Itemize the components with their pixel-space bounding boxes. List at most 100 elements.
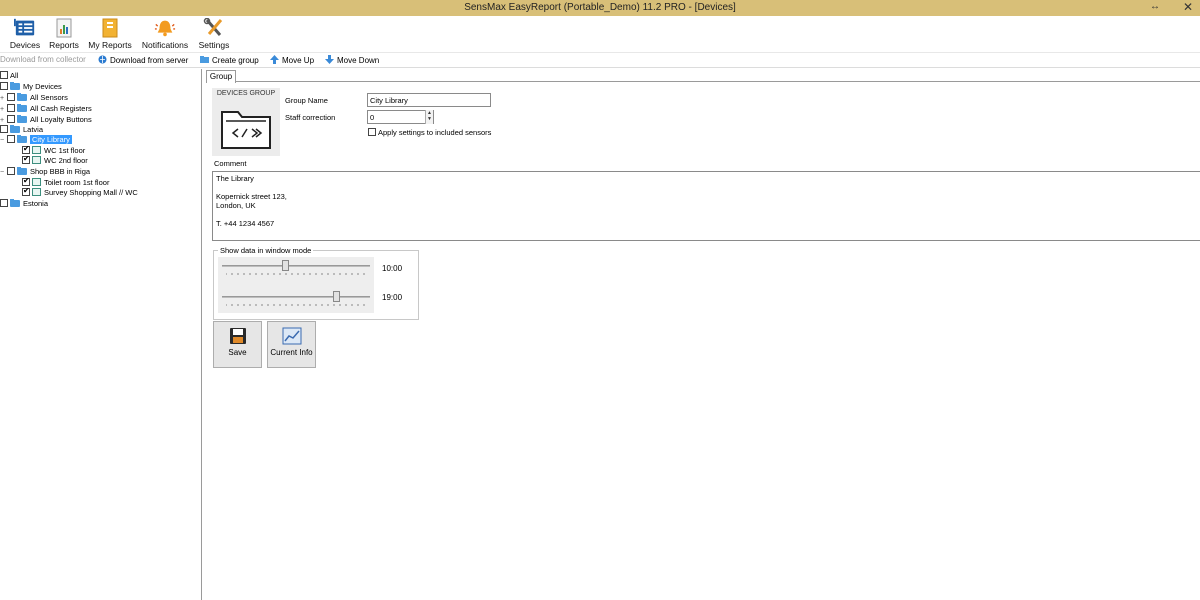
- group-name-input[interactable]: City Library: [367, 93, 491, 107]
- reports-button[interactable]: Reports: [48, 16, 80, 52]
- slider-ticks: [226, 304, 365, 306]
- my-reports-label: My Reports: [88, 40, 132, 50]
- checkbox[interactable]: [22, 144, 30, 154]
- staff-correction-stepper[interactable]: 0: [367, 110, 434, 124]
- tree-item-label: My Devices: [23, 82, 62, 91]
- checkbox[interactable]: [7, 135, 15, 143]
- current-info-button[interactable]: Current Info: [267, 321, 316, 368]
- tree-item-survey-mall[interactable]: Survey Shopping Mall // WC: [22, 186, 138, 198]
- slider-track-end: [222, 296, 370, 298]
- checkbox[interactable]: [22, 154, 30, 164]
- tree-item-all[interactable]: All: [0, 71, 18, 81]
- folder-code-icon: [221, 111, 271, 149]
- checkbox[interactable]: [7, 167, 15, 175]
- checkbox[interactable]: [0, 199, 8, 207]
- resize-icon[interactable]: ↔: [1150, 1, 1160, 12]
- expand-icon[interactable]: +: [0, 105, 7, 115]
- folder-icon: [17, 104, 27, 112]
- apply-settings-checkbox[interactable]: Apply settings to included sensors: [368, 128, 491, 137]
- expand-icon[interactable]: +: [0, 94, 7, 104]
- checkbox[interactable]: [368, 128, 376, 136]
- tab-strip: [206, 69, 1200, 82]
- checkbox[interactable]: [0, 82, 8, 90]
- current-info-label: Current Info: [270, 348, 313, 357]
- move-up-button[interactable]: Move Up: [270, 55, 314, 67]
- tree-item-label: All Loyalty Buttons: [30, 115, 92, 124]
- tree-item-label: Estonia: [23, 199, 49, 208]
- staff-correction-label: Staff correction: [285, 113, 336, 122]
- slider-track-start: [222, 265, 370, 267]
- comment-textarea[interactable]: The Library Kopernick street 123, London…: [212, 171, 1200, 241]
- my-reports-icon: [102, 18, 118, 38]
- create-group-label: Create group: [212, 56, 259, 65]
- folder-icon: [17, 167, 27, 175]
- devices-button[interactable]: Devices: [6, 16, 44, 52]
- folder-icon: [17, 135, 27, 143]
- tree-item-label: City Library: [30, 135, 72, 144]
- checkbox[interactable]: [0, 71, 8, 79]
- slider-thumb-end[interactable]: [333, 291, 340, 302]
- tree-item-label: WC 2nd floor: [44, 156, 88, 165]
- folder-icon: [17, 93, 27, 101]
- download-collector-label: Download from collector: [0, 55, 86, 64]
- close-icon[interactable]: ✕: [1183, 0, 1193, 14]
- checkbox[interactable]: [0, 125, 8, 133]
- tab-group[interactable]: Group: [206, 70, 236, 83]
- save-label: Save: [228, 348, 247, 357]
- tree-item-shop-bbb[interactable]: − Shop BBB in Riga: [0, 167, 90, 177]
- title-bar: SensMax EasyReport (Portable_Demo) 11.2 …: [0, 0, 1200, 16]
- slider-ticks: [226, 273, 365, 275]
- checkbox[interactable]: [7, 115, 15, 123]
- checkbox[interactable]: [22, 186, 30, 196]
- arrow-up-icon: [270, 55, 279, 64]
- tools-icon: [203, 18, 223, 36]
- move-up-label: Move Up: [282, 56, 315, 65]
- tree-item-city-library[interactable]: − City Library: [0, 135, 72, 145]
- time-start-label: 10:00: [382, 264, 403, 273]
- tree-item-latvia[interactable]: Latvia: [0, 125, 43, 135]
- tree-item-toilet-room[interactable]: Toilet room 1st floor: [22, 176, 109, 188]
- tree-item-all-cash-registers[interactable]: + All Cash Registers: [0, 104, 92, 114]
- folder-icon: [10, 82, 20, 90]
- devices-icon: [14, 18, 35, 36]
- checkbox[interactable]: [7, 93, 15, 101]
- my-reports-button[interactable]: My Reports: [86, 16, 134, 52]
- devices-label: Devices: [9, 40, 41, 50]
- tree-item-wc-1st-floor[interactable]: WC 1st floor: [22, 144, 85, 156]
- collapse-icon[interactable]: −: [0, 168, 7, 178]
- download-server-button[interactable]: Download from server: [98, 55, 188, 67]
- download-collector-button[interactable]: Download from collector: [0, 55, 86, 67]
- comment-line: Kopernick street 123,: [216, 192, 287, 201]
- window-mode-label: Show data in window mode: [218, 246, 314, 255]
- slider-area: [218, 257, 374, 313]
- tree-item-wc-2nd-floor[interactable]: WC 2nd floor: [22, 154, 88, 166]
- chart-icon: [282, 327, 301, 345]
- collapse-icon[interactable]: −: [0, 136, 7, 146]
- reports-label: Reports: [49, 40, 79, 50]
- checkbox[interactable]: [22, 176, 30, 186]
- tree-item-all-loyalty-buttons[interactable]: + All Loyalty Buttons: [0, 115, 92, 125]
- bell-icon: [154, 20, 176, 37]
- save-button[interactable]: Save: [213, 321, 262, 368]
- group-name-label: Group Name: [285, 96, 328, 105]
- tree-item-all-sensors[interactable]: + All Sensors: [0, 93, 68, 103]
- comment-line: T. +44 1234 4567: [216, 219, 275, 228]
- tree-item-label: All Sensors: [30, 93, 68, 102]
- move-down-button[interactable]: Move Down: [325, 55, 379, 67]
- comment-line: London, UK: [216, 201, 256, 210]
- ribbon: Devices Reports My Reports Notifications…: [0, 16, 1200, 52]
- notifications-button[interactable]: Notifications: [138, 16, 192, 52]
- tree-item-estonia[interactable]: Estonia: [0, 199, 48, 209]
- tree-item-my-devices[interactable]: My Devices: [0, 82, 62, 92]
- devices-group-label: DEVICES GROUP: [216, 90, 276, 97]
- create-group-button[interactable]: Create group: [200, 55, 259, 67]
- window-title: SensMax EasyReport (Portable_Demo) 11.2 …: [464, 2, 736, 13]
- slider-thumb-start[interactable]: [282, 260, 289, 271]
- reports-icon: [56, 18, 72, 38]
- stepper-arrows[interactable]: ▲ ▼: [425, 110, 433, 124]
- apply-settings-label: Apply settings to included sensors: [378, 128, 492, 137]
- settings-button[interactable]: Settings: [196, 16, 232, 52]
- checkbox[interactable]: [7, 104, 15, 112]
- comment-line: The Library: [216, 174, 254, 183]
- sensor-icon: [32, 188, 41, 196]
